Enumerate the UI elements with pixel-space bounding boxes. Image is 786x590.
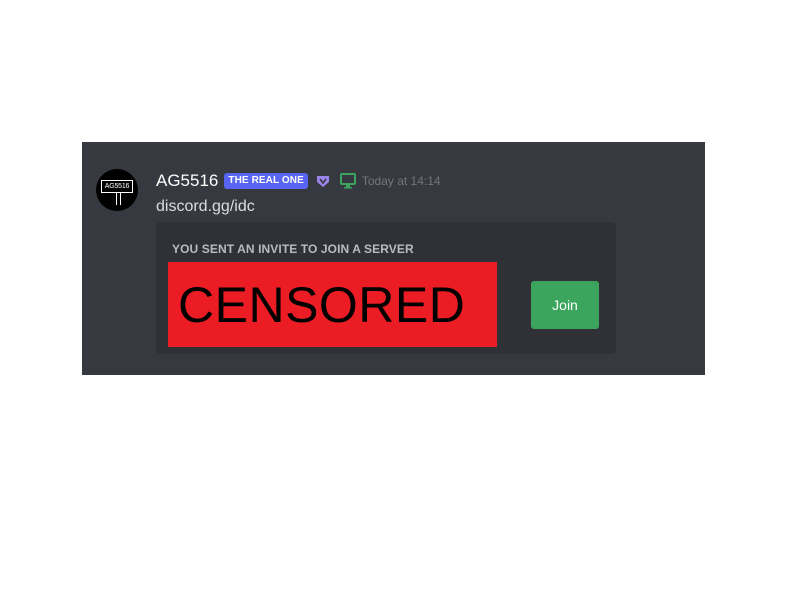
user-avatar[interactable]: AG5516: [96, 169, 138, 211]
join-button[interactable]: Join: [531, 281, 599, 329]
message-timestamp: Today at 14:14: [361, 174, 441, 188]
desktop-online-icon: [339, 173, 356, 189]
chat-message-panel: AG5516 AG5516 THE REAL ONE Today at 14:1…: [82, 142, 705, 375]
invite-heading: YOU SENT AN INVITE TO JOIN A SERVER: [172, 242, 414, 256]
censored-label: CENSORED: [178, 276, 466, 333]
role-badge[interactable]: THE REAL ONE: [224, 173, 308, 189]
username[interactable]: AG5516: [156, 171, 218, 191]
message-content: discord.gg/idc: [156, 198, 255, 215]
censored-server-info: CENSORED: [168, 262, 497, 347]
server-invite-card: YOU SENT AN INVITE TO JOIN A SERVER CENS…: [156, 222, 616, 354]
message-header: AG5516 THE REAL ONE Today at 14:14: [156, 170, 441, 192]
hypesquad-badge-icon[interactable]: [316, 174, 330, 188]
avatar-sign-label: AG5516: [101, 180, 133, 193]
avatar-sign-post: [116, 193, 121, 205]
